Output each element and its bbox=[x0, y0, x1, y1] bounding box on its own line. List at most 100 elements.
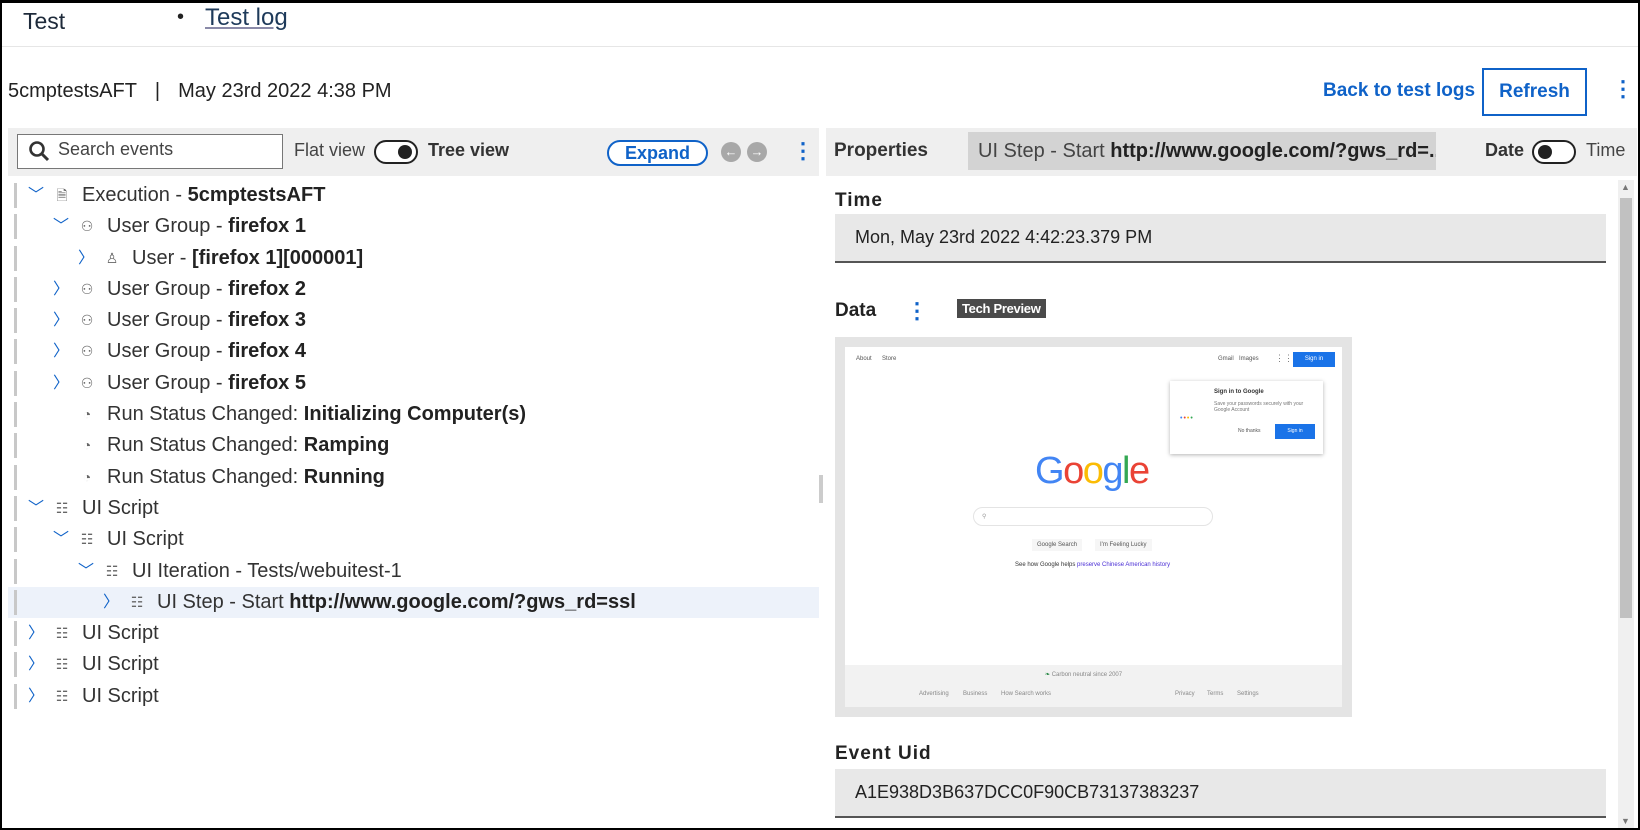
tree-guide bbox=[14, 589, 17, 615]
tree-item[interactable]: 〉 ☷ UI Script bbox=[8, 618, 819, 649]
chevron-down-icon[interactable]: ﹀ bbox=[51, 211, 71, 242]
tree-item[interactable]: ﹀ ☷ UI Iteration - Tests/webuitest-1 bbox=[8, 556, 819, 587]
tree-item[interactable]: ﹀ ☷ UI Script bbox=[8, 493, 819, 524]
tree-item[interactable]: ﹀ ☷ UI Script bbox=[8, 524, 819, 555]
chevron-down-icon[interactable]: ﹀ bbox=[76, 556, 96, 587]
chevron-right-icon[interactable]: 〉 bbox=[26, 681, 46, 712]
tree-item-prefix: UI Step - Start bbox=[157, 590, 290, 613]
data-options-icon[interactable]: ⋮ bbox=[906, 300, 928, 322]
properties-title: Properties bbox=[834, 140, 928, 161]
scroll-down-icon[interactable]: ▼ bbox=[1621, 816, 1630, 826]
google-page-image: About Store Gmail Images ⋮⋮ Sign in ••••… bbox=[845, 347, 1342, 707]
tree-item-label: User Group - firefox 3 bbox=[107, 305, 306, 336]
g-about: About bbox=[856, 356, 872, 362]
tree-item-prefix: Run Status Changed: bbox=[107, 403, 304, 426]
tree-item[interactable]: 〉 ⚇ User Group - firefox 2 bbox=[8, 274, 819, 305]
screenshot-preview[interactable]: About Store Gmail Images ⋮⋮ Sign in ••••… bbox=[835, 337, 1352, 717]
tree-item-value: firefox 3 bbox=[228, 309, 306, 332]
user-group-icon: ⚇ bbox=[80, 312, 94, 329]
tree-item[interactable]: 〉 ♙ User - [firefox 1][000001] bbox=[8, 243, 819, 274]
tree-item-value: http://www.google.com/?gws_rd=ssl bbox=[289, 590, 636, 613]
properties-scrollbar[interactable]: ▲ ▼ bbox=[1618, 180, 1634, 828]
tree-item-value: firefox 1 bbox=[228, 215, 306, 238]
chevron-down-icon[interactable]: ﹀ bbox=[26, 493, 46, 524]
properties-toolbar: Properties UI Step - Start http://www.go… bbox=[826, 128, 1637, 176]
expand-button[interactable]: Expand bbox=[607, 140, 708, 166]
g-popup-sign-in: Sign in bbox=[1275, 424, 1315, 439]
tree-item-label: User Group - firefox 1 bbox=[107, 211, 306, 242]
chevron-right-icon[interactable]: 〉 bbox=[51, 336, 71, 367]
tree-item[interactable]: 〉 ⚇ User Group - firefox 3 bbox=[8, 305, 819, 336]
search-events-input[interactable] bbox=[58, 139, 273, 160]
tree-item[interactable]: ﹀ ⚇ User Group - firefox 1 bbox=[8, 211, 819, 242]
tree-item[interactable]: 〉 ⚇ User Group - firefox 4 bbox=[8, 336, 819, 367]
gauge-icon: ◔ bbox=[82, 406, 92, 423]
tree-item[interactable]: ﹀ 🗎 Execution - 5cmptestsAFT bbox=[8, 180, 819, 211]
tree-item[interactable]: 〉 ☷ UI Script bbox=[8, 681, 819, 712]
tree-item[interactable]: ◔ Run Status Changed: Ramping bbox=[8, 430, 819, 461]
tree-item[interactable]: ◔ Run Status Changed: Running bbox=[8, 462, 819, 493]
breadcrumb-test-log[interactable]: Test log bbox=[205, 4, 288, 32]
document-icon: 🗎 bbox=[56, 187, 68, 203]
tree-item-prefix: UI Script bbox=[107, 528, 184, 551]
tree-item[interactable]: ◔ Run Status Changed: Initializing Comput… bbox=[8, 399, 819, 430]
search-icon bbox=[29, 141, 50, 162]
chevron-right-icon[interactable]: 〉 bbox=[51, 274, 71, 305]
user-group-icon: ⚇ bbox=[80, 374, 94, 391]
g-search-button: Google Search bbox=[1032, 539, 1083, 551]
tree-guide bbox=[14, 464, 17, 490]
properties-panel: Time Mon, May 23rd 2022 4:42:23.379 PM D… bbox=[826, 180, 1618, 828]
tree-item-label: UI Step - Start http://www.google.com/?g… bbox=[157, 587, 636, 618]
tree-item[interactable]: 〉 ☷ UI Script bbox=[8, 649, 819, 680]
tree-guide bbox=[14, 339, 17, 365]
tree-guide bbox=[14, 652, 17, 678]
tree-item-label: UI Script bbox=[107, 524, 184, 555]
gauge-icon: ◔ bbox=[82, 437, 92, 454]
tech-preview-badge: Tech Preview bbox=[957, 299, 1046, 318]
next-arrow-icon[interactable]: → bbox=[747, 142, 767, 162]
tree-item-label: Execution - 5cmptestsAFT bbox=[82, 180, 325, 211]
time-value: Mon, May 23rd 2022 4:42:23.379 PM bbox=[835, 214, 1606, 263]
g-promo-text: See how Google helps bbox=[1015, 562, 1078, 568]
chevron-right-icon[interactable]: 〉 bbox=[76, 243, 96, 274]
g-footer-link: Settings bbox=[1237, 691, 1259, 697]
chevron-down-icon[interactable]: ﹀ bbox=[26, 180, 46, 211]
chevron-right-icon[interactable]: 〉 bbox=[51, 305, 71, 336]
tree-item-prefix: Run Status Changed: bbox=[107, 465, 304, 488]
g-footer-link: Advertising bbox=[919, 691, 949, 697]
tree-item-prefix: User Group - bbox=[107, 340, 229, 363]
chevron-down-icon[interactable]: ﹀ bbox=[51, 524, 71, 555]
tree-item[interactable]: 〉 ⚇ User Group - firefox 5 bbox=[8, 368, 819, 399]
previous-arrow-icon[interactable]: ← bbox=[721, 142, 741, 162]
tree-options-icon[interactable]: ⋮ bbox=[792, 140, 814, 162]
panel-resize-handle[interactable] bbox=[819, 475, 823, 503]
user-group-icon: ⚇ bbox=[80, 218, 94, 235]
tree-guide bbox=[14, 683, 17, 709]
date-time-toggle[interactable] bbox=[1532, 140, 1576, 164]
refresh-button[interactable]: Refresh bbox=[1482, 68, 1587, 116]
event-uid-label: Event Uid bbox=[835, 743, 932, 764]
chevron-right-icon[interactable]: 〉 bbox=[26, 649, 46, 680]
gauge-icon: ◔ bbox=[82, 468, 92, 485]
g-store: Store bbox=[882, 356, 897, 362]
top-bar: Test • Test log bbox=[0, 0, 1640, 47]
view-mode-toggle[interactable] bbox=[374, 140, 418, 164]
back-to-test-logs-link[interactable]: Back to test logs bbox=[1323, 80, 1475, 102]
ui-script-icon: ☷ bbox=[130, 593, 144, 610]
chevron-right-icon[interactable]: 〉 bbox=[26, 618, 46, 649]
scroll-up-icon[interactable]: ▲ bbox=[1621, 182, 1630, 192]
scrollbar-thumb[interactable] bbox=[1620, 198, 1632, 618]
tree-item-prefix: User Group - bbox=[107, 215, 229, 238]
g-no-thanks: No thanks bbox=[1238, 428, 1261, 434]
ui-script-icon: ☷ bbox=[80, 531, 94, 548]
chevron-right-icon[interactable]: 〉 bbox=[51, 368, 71, 399]
chevron-right-icon[interactable]: 〉 bbox=[101, 587, 121, 618]
run-date: May 23rd 2022 4:38 PM bbox=[178, 80, 392, 102]
user-icon: ♙ bbox=[105, 249, 119, 266]
event-uid-value: A1E938D3B637DCC0F90CB73137383237 bbox=[835, 769, 1606, 818]
g-gmail: Gmail bbox=[1218, 356, 1234, 362]
g-sign-in: Sign in bbox=[1293, 352, 1335, 367]
tree-item[interactable]: 〉 ☷ UI Step - Start http://www.google.com/… bbox=[8, 586, 819, 619]
more-options-icon[interactable]: ⋮ bbox=[1612, 78, 1634, 100]
g-images: Images bbox=[1239, 356, 1259, 362]
